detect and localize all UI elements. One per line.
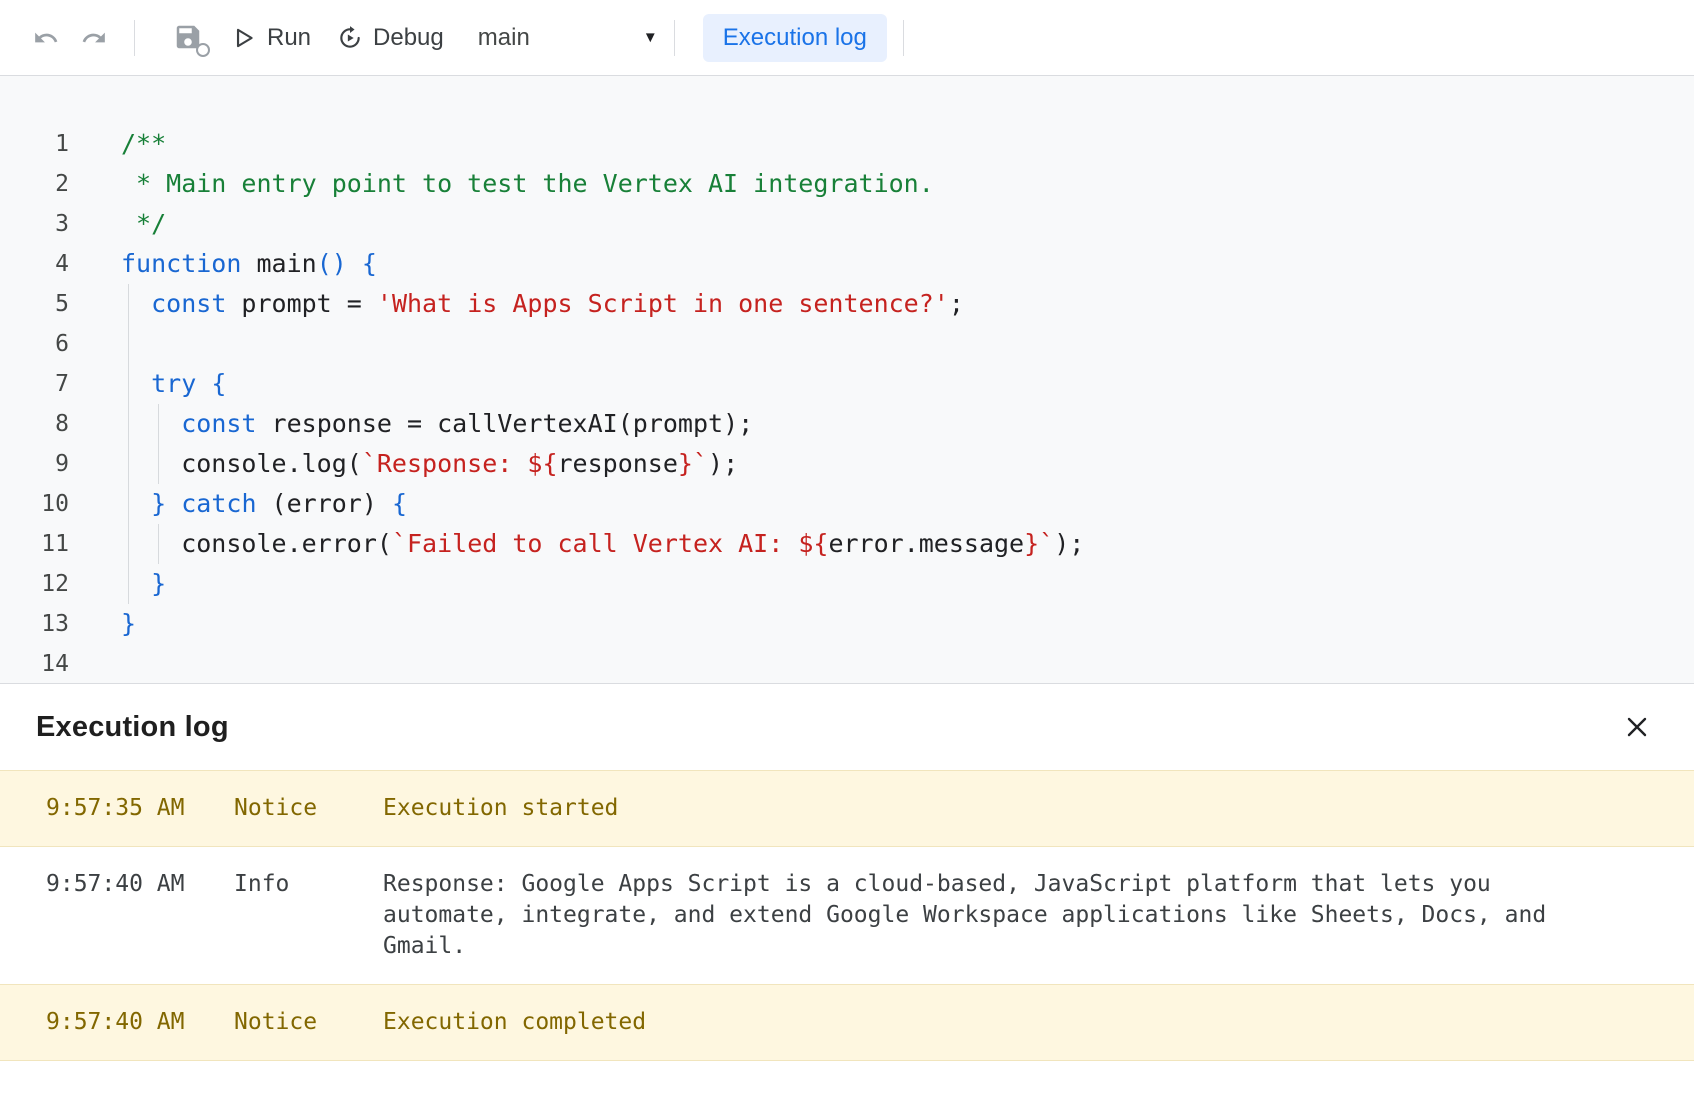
code-line-text: const prompt = 'What is Apps Script in o… — [121, 284, 964, 324]
line-number: 2 — [0, 164, 121, 204]
code-line-text: const response = callVertexAI(prompt); — [121, 404, 753, 444]
indent-guide — [128, 484, 129, 524]
debug-button-label: Debug — [373, 24, 444, 52]
line-number: 8 — [0, 404, 121, 444]
log-entry: 9:57:40 AMInfoResponse: Google Apps Scri… — [0, 847, 1694, 984]
indent-guide — [128, 324, 129, 364]
line-number: 9 — [0, 444, 121, 484]
apps-script-editor: Run Debug main ▼ Execution log 1/**2 * M… — [0, 0, 1694, 1098]
code-line: 1/** — [0, 124, 1694, 164]
code-line: 13} — [0, 604, 1694, 644]
log-message: Execution completed — [383, 1007, 1600, 1038]
line-number: 14 — [0, 644, 121, 683]
line-number: 12 — [0, 564, 121, 604]
code-line: 8 const response = callVertexAI(prompt); — [0, 404, 1694, 444]
dropdown-caret-icon: ▼ — [643, 29, 658, 46]
indent-guide — [158, 404, 159, 444]
code-line-text: } — [121, 604, 136, 644]
indent-guide — [128, 444, 129, 484]
save-status-icon — [173, 22, 205, 54]
log-level: Info — [234, 869, 383, 962]
log-time: 9:57:35 AM — [46, 793, 234, 824]
run-button[interactable]: Run — [231, 24, 311, 52]
log-rows: 9:57:35 AMNoticeExecution started9:57:40… — [0, 770, 1694, 1061]
code-line: 6 — [0, 324, 1694, 364]
indent-guide — [158, 444, 159, 484]
log-level: Notice — [234, 1007, 383, 1038]
code-line-text: /** — [121, 124, 166, 164]
run-button-label: Run — [267, 24, 311, 52]
line-number: 6 — [0, 324, 121, 364]
code-line: 10 } catch (error) { — [0, 484, 1694, 524]
log-entry: 9:57:40 AMNoticeExecution completed — [0, 984, 1694, 1061]
code-lines: 1/**2 * Main entry point to test the Ver… — [0, 124, 1694, 683]
code-line: 5 const prompt = 'What is Apps Script in… — [0, 284, 1694, 324]
indent-guide — [128, 364, 129, 404]
code-line-text: console.error(`Failed to call Vertex AI:… — [121, 524, 1084, 564]
debug-button[interactable]: Debug — [337, 24, 444, 52]
line-number: 13 — [0, 604, 121, 644]
code-line-text: try { — [121, 364, 226, 404]
toolbar-divider — [903, 20, 904, 56]
indent-guide — [158, 524, 159, 564]
indent-guide — [128, 564, 129, 604]
indent-guide — [128, 284, 129, 324]
redo-button[interactable] — [70, 14, 118, 62]
line-number: 4 — [0, 244, 121, 284]
log-message: Response: Google Apps Script is a cloud-… — [383, 869, 1600, 962]
toolbar: Run Debug main ▼ Execution log — [0, 0, 1694, 76]
function-selector[interactable]: main ▼ — [478, 24, 658, 52]
run-play-icon — [231, 25, 257, 51]
close-icon — [1623, 713, 1651, 741]
undo-button[interactable] — [22, 14, 70, 62]
code-editor[interactable]: 1/**2 * Main entry point to test the Ver… — [0, 76, 1694, 683]
line-number: 10 — [0, 484, 121, 524]
function-selector-value: main — [478, 24, 530, 52]
code-line: 11 console.error(`Failed to call Vertex … — [0, 524, 1694, 564]
toolbar-divider — [674, 20, 675, 56]
code-line: 3 */ — [0, 204, 1694, 244]
code-line: 4function main() { — [0, 244, 1694, 284]
execution-log-button[interactable]: Execution log — [703, 14, 887, 62]
indent-guide — [128, 524, 129, 564]
code-line-text: */ — [121, 204, 166, 244]
toolbar-divider — [134, 20, 135, 56]
code-line: 2 * Main entry point to test the Vertex … — [0, 164, 1694, 204]
execution-log-panel: Execution log 9:57:35 AMNoticeExecution … — [0, 683, 1694, 1098]
code-line-text: * Main entry point to test the Vertex AI… — [121, 164, 934, 204]
line-number: 11 — [0, 524, 121, 564]
line-number: 3 — [0, 204, 121, 244]
execution-log-header: Execution log — [0, 684, 1694, 770]
undo-icon — [33, 25, 59, 51]
log-time: 9:57:40 AM — [46, 869, 234, 962]
code-line: 9 console.log(`Response: ${response}`); — [0, 444, 1694, 484]
code-line-text: } catch (error) { — [121, 484, 407, 524]
close-button[interactable] — [1616, 706, 1658, 748]
log-level: Notice — [234, 793, 383, 824]
redo-icon — [81, 25, 107, 51]
line-number: 5 — [0, 284, 121, 324]
code-line-text: function main() { — [121, 244, 377, 284]
code-line-text: console.log(`Response: ${response}`); — [121, 444, 738, 484]
line-number: 1 — [0, 124, 121, 164]
execution-log-title: Execution log — [36, 711, 229, 744]
code-line: 14 — [0, 644, 1694, 683]
code-line: 12 } — [0, 564, 1694, 604]
code-line: 7 try { — [0, 364, 1694, 404]
code-line-text: } — [121, 564, 166, 604]
save-status-badge-icon — [196, 43, 210, 57]
line-number: 7 — [0, 364, 121, 404]
debug-icon — [337, 25, 363, 51]
log-time: 9:57:40 AM — [46, 1007, 234, 1038]
indent-guide — [128, 404, 129, 444]
log-message: Execution started — [383, 793, 1600, 824]
log-entry: 9:57:35 AMNoticeExecution started — [0, 770, 1694, 847]
